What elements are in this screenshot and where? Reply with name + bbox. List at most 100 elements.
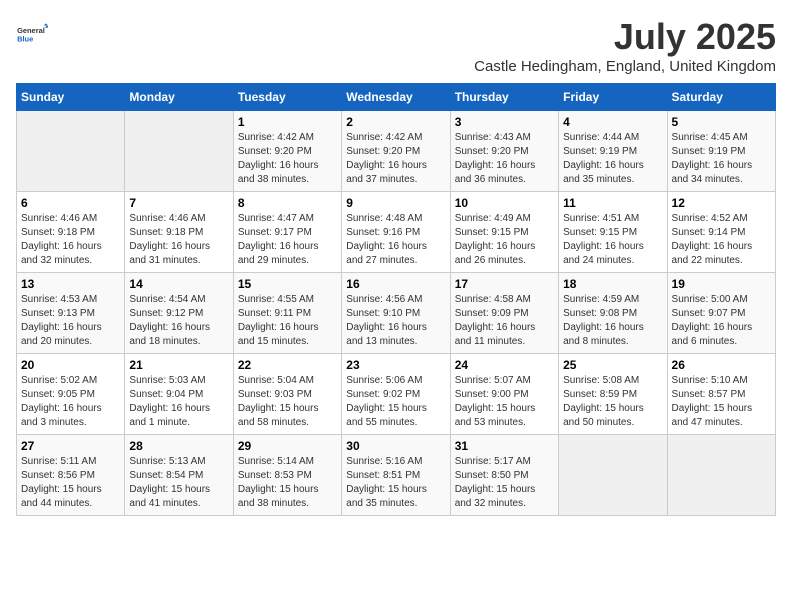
day-number: 20: [21, 358, 120, 372]
day-info: Sunrise: 5:00 AM Sunset: 9:07 PM Dayligh…: [672, 293, 771, 349]
day-info: Sunrise: 5:02 AM Sunset: 9:05 PM Dayligh…: [21, 374, 120, 430]
day-cell: 2 Sunrise: 4:42 AM Sunset: 9:20 PM Daylig…: [342, 111, 450, 192]
day-info: Sunrise: 5:04 AM Sunset: 9:03 PM Dayligh…: [238, 374, 337, 430]
day-number: 13: [21, 277, 120, 291]
header-friday: Friday: [559, 84, 667, 111]
header-monday: Monday: [125, 84, 233, 111]
day-info: Sunrise: 5:17 AM Sunset: 8:50 PM Dayligh…: [455, 455, 554, 511]
page-header: General Blue July 2025 Castle Hedingham,…: [16, 16, 776, 75]
day-number: 11: [563, 196, 662, 210]
day-cell: 25 Sunrise: 5:08 AM Sunset: 8:59 PM Dayli…: [559, 354, 667, 435]
day-info: Sunrise: 5:13 AM Sunset: 8:54 PM Dayligh…: [129, 455, 228, 511]
week-row-2: 6 Sunrise: 4:46 AM Sunset: 9:18 PM Daylig…: [17, 192, 776, 273]
day-info: Sunrise: 4:58 AM Sunset: 9:09 PM Dayligh…: [455, 293, 554, 349]
day-info: Sunrise: 4:55 AM Sunset: 9:11 PM Dayligh…: [238, 293, 337, 349]
day-cell: [17, 111, 125, 192]
header-row: SundayMondayTuesdayWednesdayThursdayFrid…: [17, 84, 776, 111]
subtitle: Castle Hedingham, England, United Kingdo…: [474, 58, 776, 75]
day-info: Sunrise: 4:43 AM Sunset: 9:20 PM Dayligh…: [455, 131, 554, 187]
day-info: Sunrise: 4:56 AM Sunset: 9:10 PM Dayligh…: [346, 293, 445, 349]
main-title: July 2025: [474, 16, 776, 58]
day-number: 22: [238, 358, 337, 372]
calendar-table: SundayMondayTuesdayWednesdayThursdayFrid…: [16, 83, 776, 516]
day-number: 7: [129, 196, 228, 210]
day-number: 8: [238, 196, 337, 210]
day-info: Sunrise: 4:46 AM Sunset: 9:18 PM Dayligh…: [21, 212, 120, 268]
day-cell: 4Sunrise: 4:44 AM Sunset: 9:19 PM Daylig…: [559, 111, 667, 192]
day-cell: 14 Sunrise: 4:54 AM Sunset: 9:12 PM Dayli…: [125, 273, 233, 354]
day-number: 5: [672, 115, 771, 129]
day-number: 4: [563, 115, 662, 129]
day-cell: 29Sunrise: 5:14 AM Sunset: 8:53 PM Dayli…: [233, 435, 341, 516]
day-number: 9: [346, 196, 445, 210]
day-number: 14: [129, 277, 228, 291]
day-number: 30: [346, 439, 445, 453]
day-number: 1: [238, 115, 337, 129]
header-wednesday: Wednesday: [342, 84, 450, 111]
day-info: Sunrise: 4:54 AM Sunset: 9:12 PM Dayligh…: [129, 293, 228, 349]
day-cell: 5 Sunrise: 4:45 AM Sunset: 9:19 PM Daylig…: [667, 111, 775, 192]
day-number: 12: [672, 196, 771, 210]
day-info: Sunrise: 4:53 AM Sunset: 9:13 PM Dayligh…: [21, 293, 120, 349]
day-cell: 17 Sunrise: 4:58 AM Sunset: 9:09 PM Dayli…: [450, 273, 558, 354]
day-info: Sunrise: 4:42 AM Sunset: 9:20 PM Dayligh…: [346, 131, 445, 187]
day-cell: 19 Sunrise: 5:00 AM Sunset: 9:07 PM Dayli…: [667, 273, 775, 354]
day-cell: 12Sunrise: 4:52 AM Sunset: 9:14 PM Dayli…: [667, 192, 775, 273]
day-cell: 21 Sunrise: 5:03 AM Sunset: 9:04 PM Dayli…: [125, 354, 233, 435]
day-cell: 3Sunrise: 4:43 AM Sunset: 9:20 PM Daylig…: [450, 111, 558, 192]
day-info: Sunrise: 4:51 AM Sunset: 9:15 PM Dayligh…: [563, 212, 662, 268]
day-info: Sunrise: 4:46 AM Sunset: 9:18 PM Dayligh…: [129, 212, 228, 268]
day-number: 28: [129, 439, 228, 453]
day-number: 27: [21, 439, 120, 453]
title-area: July 2025 Castle Hedingham, England, Uni…: [474, 16, 776, 75]
day-cell: [559, 435, 667, 516]
svg-text:Blue: Blue: [17, 34, 33, 43]
day-cell: 8 Sunrise: 4:47 AM Sunset: 9:17 PM Daylig…: [233, 192, 341, 273]
day-number: 31: [455, 439, 554, 453]
day-cell: 27 Sunrise: 5:11 AM Sunset: 8:56 PM Dayli…: [17, 435, 125, 516]
day-info: Sunrise: 5:11 AM Sunset: 8:56 PM Dayligh…: [21, 455, 120, 511]
day-number: 19: [672, 277, 771, 291]
day-cell: 1Sunrise: 4:42 AM Sunset: 9:20 PM Daylig…: [233, 111, 341, 192]
day-number: 23: [346, 358, 445, 372]
day-number: 10: [455, 196, 554, 210]
day-number: 24: [455, 358, 554, 372]
day-info: Sunrise: 4:59 AM Sunset: 9:08 PM Dayligh…: [563, 293, 662, 349]
week-row-1: 1 Sunrise: 4:42 AM Sunset: 9:20 PM Daylig…: [17, 111, 776, 192]
header-sunday: Sunday: [17, 84, 125, 111]
day-cell: [125, 111, 233, 192]
day-number: 26: [672, 358, 771, 372]
day-number: 15: [238, 277, 337, 291]
day-info: Sunrise: 4:47 AM Sunset: 9:17 PM Dayligh…: [238, 212, 337, 268]
day-info: Sunrise: 4:49 AM Sunset: 9:15 PM Dayligh…: [455, 212, 554, 268]
day-number: 25: [563, 358, 662, 372]
day-info: Sunrise: 5:03 AM Sunset: 9:04 PM Dayligh…: [129, 374, 228, 430]
day-info: Sunrise: 5:14 AM Sunset: 8:53 PM Dayligh…: [238, 455, 337, 511]
header-tuesday: Tuesday: [233, 84, 341, 111]
day-cell: 13 Sunrise: 4:53 AM Sunset: 9:13 PM Dayli…: [17, 273, 125, 354]
day-number: 21: [129, 358, 228, 372]
svg-text:General: General: [17, 26, 45, 35]
day-cell: 15 Sunrise: 4:55 AM Sunset: 9:11 PM Dayli…: [233, 273, 341, 354]
week-row-4: 20 Sunrise: 5:02 AM Sunset: 9:05 PM Dayli…: [17, 354, 776, 435]
day-info: Sunrise: 5:07 AM Sunset: 9:00 PM Dayligh…: [455, 374, 554, 430]
day-info: Sunrise: 5:06 AM Sunset: 9:02 PM Dayligh…: [346, 374, 445, 430]
day-number: 6: [21, 196, 120, 210]
day-info: Sunrise: 4:48 AM Sunset: 9:16 PM Dayligh…: [346, 212, 445, 268]
day-cell: 18Sunrise: 4:59 AM Sunset: 9:08 PM Dayli…: [559, 273, 667, 354]
day-cell: 16Sunrise: 4:56 AM Sunset: 9:10 PM Dayli…: [342, 273, 450, 354]
day-cell: 26Sunrise: 5:10 AM Sunset: 8:57 PM Dayli…: [667, 354, 775, 435]
day-info: Sunrise: 5:16 AM Sunset: 8:51 PM Dayligh…: [346, 455, 445, 511]
header-saturday: Saturday: [667, 84, 775, 111]
day-cell: 22 Sunrise: 5:04 AM Sunset: 9:03 PM Dayli…: [233, 354, 341, 435]
week-row-3: 13 Sunrise: 4:53 AM Sunset: 9:13 PM Dayli…: [17, 273, 776, 354]
day-number: 17: [455, 277, 554, 291]
day-cell: 11 Sunrise: 4:51 AM Sunset: 9:15 PM Dayli…: [559, 192, 667, 273]
day-info: Sunrise: 4:45 AM Sunset: 9:19 PM Dayligh…: [672, 131, 771, 187]
day-number: 2: [346, 115, 445, 129]
header-thursday: Thursday: [450, 84, 558, 111]
day-cell: 10 Sunrise: 4:49 AM Sunset: 9:15 PM Dayli…: [450, 192, 558, 273]
day-cell: 7 Sunrise: 4:46 AM Sunset: 9:18 PM Daylig…: [125, 192, 233, 273]
day-cell: 9 Sunrise: 4:48 AM Sunset: 9:16 PM Daylig…: [342, 192, 450, 273]
day-info: Sunrise: 5:08 AM Sunset: 8:59 PM Dayligh…: [563, 374, 662, 430]
